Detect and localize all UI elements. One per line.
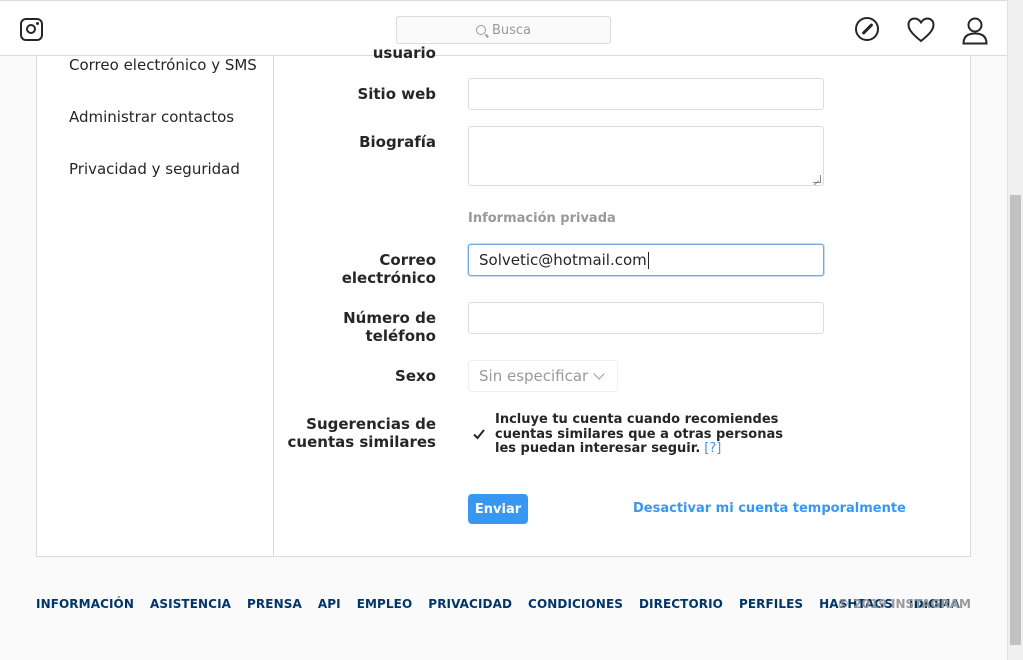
instagram-logo-icon[interactable]	[20, 18, 43, 41]
phone-label-line2: teléfono	[365, 327, 436, 345]
email-input[interactable]: Solvetic@hotmail.com	[468, 244, 824, 276]
copyright: © 2019 INSTAGRAM	[837, 597, 971, 611]
profile-user-icon[interactable]	[962, 17, 988, 45]
explore-compass-icon[interactable]	[855, 17, 879, 41]
scrollbar-thumb[interactable]	[1010, 195, 1021, 645]
gender-label: Sexo	[395, 367, 436, 385]
phone-label: Número de teléfono	[343, 309, 436, 345]
settings-panel: Correo electrónico y SMS Administrar con…	[36, 44, 971, 557]
search-icon	[475, 25, 486, 35]
website-input[interactable]	[468, 78, 824, 110]
website-label: Sitio web	[357, 85, 436, 103]
footer: INFORMACIÓN ASISTENCIA PRENSA API EMPLEO…	[36, 597, 971, 615]
username-label: usuario	[372, 44, 436, 62]
suggestions-label-line1: Sugerencias de	[306, 415, 436, 433]
footer-link-privacy[interactable]: PRIVACIDAD	[428, 597, 512, 611]
email-value: Solvetic@hotmail.com	[479, 251, 647, 269]
suggestions-checkbox-checkmark-icon[interactable]	[471, 426, 487, 442]
private-info-title: Información privada	[468, 211, 616, 226]
bio-label: Biografía	[359, 133, 436, 151]
suggestions-label: Sugerencias de cuentas similares	[288, 415, 436, 451]
gender-select[interactable]: Sin especificar	[468, 360, 618, 392]
search-box[interactable]: Busca	[396, 16, 611, 44]
chevron-down-icon	[593, 368, 605, 380]
footer-link-support[interactable]: ASISTENCIA	[150, 597, 231, 611]
footer-link-jobs[interactable]: EMPLEO	[357, 597, 413, 611]
email-label-line2: electrónico	[341, 269, 436, 287]
deactivate-account-link[interactable]: Desactivar mi cuenta temporalmente	[633, 501, 906, 516]
suggestions-label-line2: cuentas similares	[287, 433, 436, 451]
footer-link-api[interactable]: API	[318, 597, 341, 611]
activity-heart-icon[interactable]	[907, 17, 935, 43]
email-label-line1: Correo	[379, 251, 436, 269]
submit-button[interactable]: Enviar	[468, 494, 528, 524]
top-navigation-bar: Busca	[0, 0, 1007, 56]
sidebar-item-manage-contacts[interactable]: Administrar contactos	[69, 108, 234, 126]
suggestions-description: Incluye tu cuenta cuando recomiendes cue…	[495, 412, 785, 457]
gender-value: Sin especificar	[479, 367, 589, 385]
footer-links: INFORMACIÓN ASISTENCIA PRENSA API EMPLEO…	[36, 597, 971, 611]
vertical-scrollbar[interactable]	[1007, 0, 1023, 660]
text-caret	[647, 251, 649, 269]
footer-link-information[interactable]: INFORMACIÓN	[36, 597, 134, 611]
footer-link-directory[interactable]: DIRECTORIO	[639, 597, 723, 611]
bio-textarea[interactable]	[468, 126, 824, 186]
footer-link-terms[interactable]: CONDICIONES	[528, 597, 623, 611]
sidebar-item-privacy-security[interactable]: Privacidad y seguridad	[69, 160, 240, 178]
phone-input[interactable]	[468, 302, 824, 334]
resize-grip-icon[interactable]	[813, 175, 821, 183]
footer-link-profiles[interactable]: PERFILES	[739, 597, 803, 611]
email-label: Correo electrónico	[342, 251, 436, 287]
suggestions-text: Incluye tu cuenta cuando recomiendes cue…	[495, 412, 783, 456]
footer-link-press[interactable]: PRENSA	[247, 597, 302, 611]
suggestions-help-link[interactable]: [?]	[704, 441, 721, 456]
sidebar-item-email-sms[interactable]: Correo electrónico y SMS	[69, 56, 257, 74]
phone-label-line1: Número de	[343, 309, 436, 327]
search-placeholder[interactable]: Busca	[492, 23, 531, 38]
settings-sidebar: Correo electrónico y SMS Administrar con…	[37, 56, 274, 556]
